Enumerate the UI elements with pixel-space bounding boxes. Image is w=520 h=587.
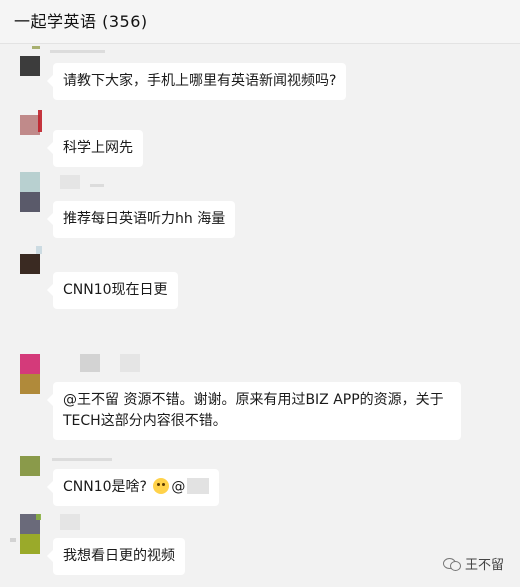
sender-name-redacted — [90, 184, 104, 187]
sender-name-redacted — [80, 354, 100, 372]
avatar[interactable] — [20, 374, 40, 394]
watermark-label: 王不留 — [464, 558, 504, 573]
avatar[interactable] — [20, 172, 40, 192]
chat-header: 一起学英语 (356) — [0, 0, 520, 44]
message-bubble: 推荐每日英语听力hh 海量 — [46, 201, 236, 238]
avatar-overlay — [38, 110, 42, 132]
sender-name-redacted — [32, 46, 40, 49]
message-bubble: 科学上网先 — [47, 130, 143, 167]
avatar[interactable] — [20, 56, 40, 76]
avatar[interactable] — [20, 354, 40, 374]
sender-name-redacted — [52, 458, 112, 461]
avatar[interactable] — [20, 534, 40, 554]
sender-name-redacted — [60, 514, 80, 530]
confused-face-emoji-icon — [153, 478, 170, 494]
mention-name-redacted — [187, 478, 210, 494]
avatar[interactable] — [20, 254, 40, 274]
avatar[interactable] — [20, 192, 40, 212]
message-line: TECH这部分内容很不错。 — [63, 413, 227, 429]
avatar[interactable] — [20, 115, 40, 135]
message-line: @王不留 资源不错。谢谢。原来有用过BIZ APP的资源，关于 — [63, 392, 444, 408]
message-bubble: @王不留 资源不错。谢谢。原来有用过BIZ APP的资源，关于 TECH这部分内… — [47, 382, 461, 440]
avatar-overlay — [36, 514, 41, 520]
avatar-overlay — [10, 538, 16, 542]
message-text: CNN10是啥? — [63, 479, 147, 495]
group-chat-title: 一起学英语 (356) — [14, 12, 148, 31]
sender-name-redacted — [50, 50, 105, 53]
wechat-icon — [442, 557, 461, 571]
avatar-overlay — [36, 246, 42, 254]
message-bubble: 请教下大家，手机上哪里有英语新闻视频吗? — [46, 63, 347, 100]
message-list[interactable]: 请教下大家，手机上哪里有英语新闻视频吗? 科学上网先 推荐每日英语听力hh 海量… — [0, 44, 520, 587]
message-bubble: CNN10是啥? @ — [46, 469, 220, 506]
watermark: 王不留 — [442, 554, 504, 573]
message-bubble: 我想看日更的视频 — [47, 538, 185, 575]
sender-name-redacted — [120, 354, 140, 372]
sender-name-redacted — [60, 175, 80, 189]
message-bubble: CNN10现在日更 — [47, 272, 178, 309]
mention-symbol: @ — [171, 479, 186, 495]
avatar[interactable] — [20, 456, 40, 476]
